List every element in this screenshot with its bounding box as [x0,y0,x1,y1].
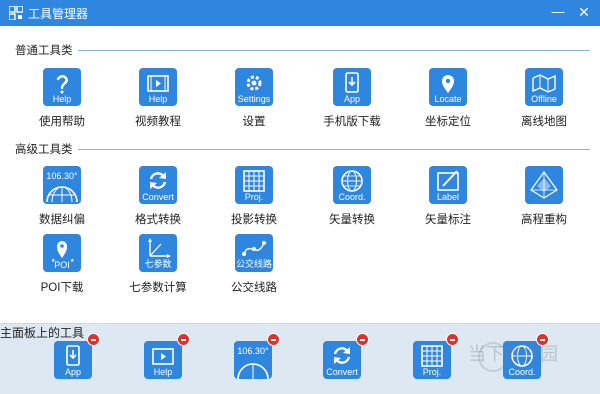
tool-caption: 坐标定位 [425,116,471,128]
main-panel-tool-correction[interactable]: 106.30° [234,341,272,379]
tool-caption: 矢量标注 [425,214,471,226]
remove-badge[interactable] [177,333,190,346]
remove-badge[interactable] [446,333,459,346]
section-divider [78,149,590,150]
tool-caption: 视频教程 [135,116,181,128]
seven-param-tile[interactable]: 七参数 [139,234,177,272]
app-logo-icon [9,6,23,20]
window-title: 工具管理器 [28,7,89,21]
projection-tile[interactable]: Proj. [235,166,273,204]
terrain-icon [530,170,558,199]
section-header-common: 普通工具类 [15,45,73,57]
correction-tile[interactable]: 106.30° [43,166,81,204]
globe-grid-icon: 106.30° [46,171,78,203]
tool-help[interactable]: Help 使用帮助 [22,68,102,148]
tool-caption: POI下载 [40,282,84,294]
remove-badge[interactable] [356,333,369,346]
title-bar: 工具管理器 — ✕ [0,0,600,26]
tool-caption: 矢量转换 [329,214,375,226]
tool-caption: 手机版下载 [323,116,381,128]
main-panel-tool-proj[interactable]: Proj. [413,341,451,379]
tool-seven-param[interactable]: 七参数 七参数计算 [118,234,198,314]
locate-tile[interactable]: Locate [429,68,467,106]
label-tile[interactable]: Label [429,166,467,204]
tool-caption: 使用帮助 [39,116,85,128]
coord-tile[interactable]: Coord. [333,166,371,204]
tool-caption: 格式转换 [135,214,181,226]
tool-vector-label[interactable]: Label 矢量标注 [408,166,488,246]
poi-tile[interactable]: ★ ★ POI [43,234,81,272]
globe-grid-icon: 106.30° [237,346,269,379]
tool-poi-download[interactable]: ★ ★ POI POI下载 [22,234,102,314]
remove-badge[interactable] [87,333,100,346]
minimize-button[interactable]: — [548,3,568,21]
watermark: 当下软件园 [468,344,558,364]
tool-caption: 数据纠偏 [39,214,85,226]
tool-elevation-rebuild[interactable]: 高程重构 [504,166,584,246]
tool-caption: 投影转换 [231,214,277,226]
main-panel-tool-help[interactable]: Help [144,341,182,379]
settings-tile[interactable]: Settings [235,68,273,106]
tool-bus-route[interactable]: 公交线路 公交线路 [214,234,294,314]
main-panel-tool-app[interactable]: App [54,341,92,379]
tool-mobile-download[interactable]: App 手机版下载 [312,68,392,148]
tool-caption: 高程重构 [521,214,567,226]
tool-locate[interactable]: Locate 坐标定位 [408,68,488,148]
svg-text:106.30°: 106.30° [46,171,78,181]
app-tile[interactable]: App [333,68,371,106]
tool-caption: 公交线路 [231,282,277,294]
remove-badge[interactable] [267,333,280,346]
tool-offline-map[interactable]: Offline 离线地图 [504,68,584,148]
tool-video-tutorial[interactable]: Help 视频教程 [118,68,198,148]
tool-settings[interactable]: Settings 设置 [214,68,294,148]
svg-text:106.30°: 106.30° [237,346,269,356]
video-tile[interactable]: Help [139,68,177,106]
offline-tile[interactable]: Offline [525,68,563,106]
section-divider [78,50,590,51]
close-button[interactable]: ✕ [574,3,594,21]
bus-route-tile[interactable]: 公交线路 [235,234,273,272]
elevation-tile[interactable] [525,166,563,204]
section-header-advanced: 高级工具类 [15,144,73,156]
tool-caption: 离线地图 [521,116,567,128]
help-tile[interactable]: Help [43,68,81,106]
tool-caption: 七参数计算 [129,282,187,294]
tool-vector-convert[interactable]: Coord. 矢量转换 [312,166,392,246]
main-panel-tool-convert[interactable]: Convert [323,341,361,379]
convert-tile[interactable]: Convert [139,166,177,204]
tool-caption: 设置 [242,116,266,128]
